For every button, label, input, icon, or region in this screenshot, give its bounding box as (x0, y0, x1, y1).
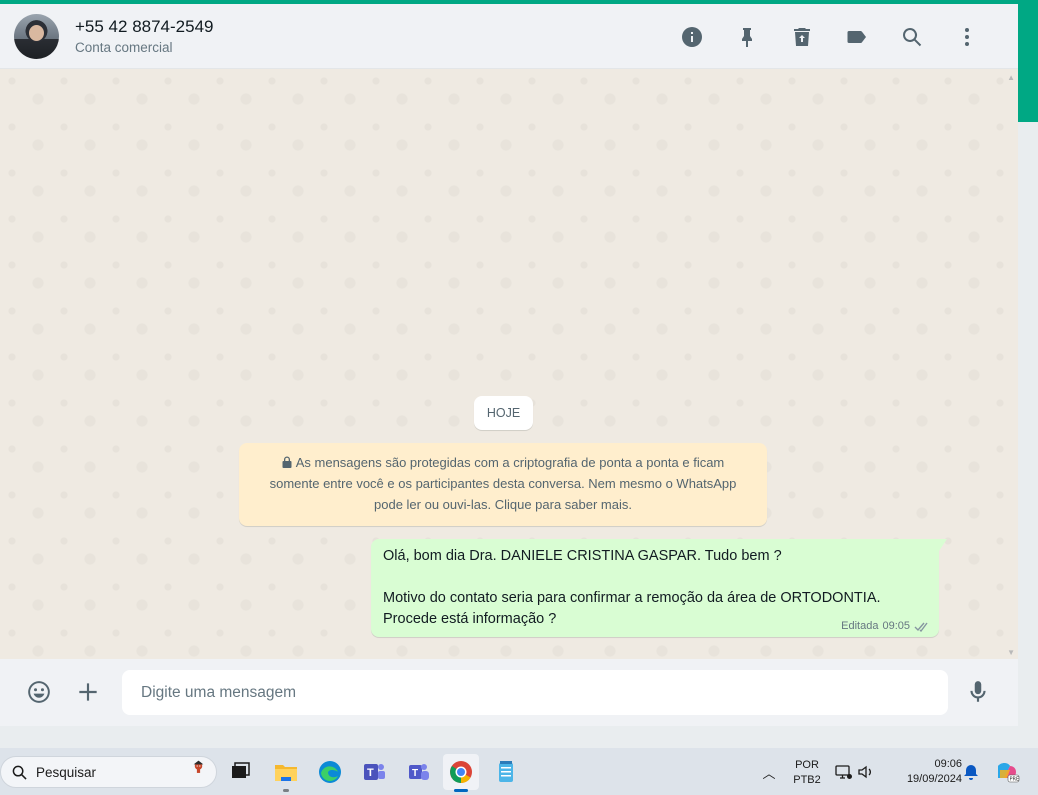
task-view-icon[interactable] (222, 754, 258, 790)
network-icon (835, 765, 852, 779)
scroll-up-arrow[interactable]: ▲ (1007, 73, 1015, 82)
teams-icon[interactable]: T (400, 754, 436, 790)
contact-info[interactable]: +55 42 8874-2549 Conta comercial (75, 16, 214, 57)
emoji-icon[interactable] (19, 672, 59, 712)
delete-icon[interactable] (774, 17, 829, 57)
encryption-notice-line: As mensagens são protegidas com a cripto… (253, 452, 753, 473)
clock-time: 09:06 (934, 758, 962, 770)
taskbar-search-label: Pesquisar (36, 764, 97, 780)
avatar[interactable] (14, 13, 59, 59)
date-chip: HOJE (474, 396, 533, 430)
notification-bell-icon[interactable] (962, 763, 980, 781)
message-text-line: Olá, bom dia Dra. DANIELE CRISTINA GASPA… (383, 548, 782, 564)
message-text-line: Motivo do contato seria para confirmar a… (383, 590, 881, 606)
chat-window: +55 42 8874-2549 Conta comercial ▲ HOJE … (0, 4, 1018, 726)
composer (0, 659, 1018, 726)
outgoing-message[interactable]: Olá, bom dia Dra. DANIELE CRISTINA GASPA… (371, 539, 947, 637)
message-time: 09:05 (882, 620, 910, 632)
active-indicator (454, 789, 468, 792)
svg-text:PRE: PRE (1010, 777, 1020, 783)
search-highlight-icon (193, 760, 204, 773)
lock-icon (282, 456, 292, 468)
edited-label: Editada (841, 620, 879, 632)
running-indicator (283, 789, 289, 792)
header-actions (664, 4, 994, 69)
menu-icon[interactable] (939, 17, 994, 57)
mic-icon[interactable] (958, 672, 998, 712)
attach-plus-icon[interactable] (68, 672, 108, 712)
encryption-notice-line: pode ler ou ouvi-las. Clique para saber … (374, 497, 632, 512)
encryption-notice[interactable]: As mensagens são protegidas com a cripto… (239, 443, 767, 526)
search-icon[interactable] (884, 17, 939, 57)
message-input[interactable] (122, 670, 948, 715)
clock-date: 19/09/2024 (906, 773, 962, 785)
clock[interactable]: 09:06 19/09/2024 (886, 757, 962, 787)
svg-text:T: T (367, 767, 374, 779)
teams-classic-icon[interactable]: T (356, 754, 392, 790)
search-icon (12, 765, 27, 780)
chrome-icon[interactable] (443, 754, 479, 792)
label-icon[interactable] (829, 17, 884, 57)
taskbar-search[interactable]: Pesquisar (0, 756, 217, 788)
message-list[interactable]: ▲ HOJE As mensagens são protegidas com a… (0, 69, 1018, 659)
edge-icon[interactable] (312, 754, 348, 790)
double-check-icon (914, 622, 928, 632)
volume-icon (858, 765, 871, 779)
file-explorer-icon[interactable] (268, 754, 304, 792)
language-indicator[interactable]: POR PTB2 (788, 758, 826, 788)
message-meta: Editada 09:05 (841, 620, 930, 632)
notepad-icon[interactable] (488, 754, 524, 790)
copilot-icon[interactable]: PRE (994, 760, 1020, 784)
language-code: POR (795, 759, 819, 771)
svg-text:T: T (412, 768, 418, 779)
chevron-up-icon[interactable]: ︿ (760, 763, 778, 781)
info-icon[interactable] (664, 17, 719, 57)
contact-name: +55 42 8874-2549 (75, 16, 214, 36)
encryption-notice-line: somente entre você e os participantes de… (269, 476, 737, 491)
keyboard-layout: PTB2 (793, 774, 821, 786)
right-accent-bar (1018, 4, 1038, 122)
scroll-down-arrow[interactable]: ▼ (1007, 648, 1015, 657)
network-volume-group[interactable] (835, 762, 879, 782)
chat-header: +55 42 8874-2549 Conta comercial (0, 4, 1018, 69)
contact-subtitle: Conta comercial (75, 39, 173, 55)
pin-icon[interactable] (719, 17, 774, 57)
windows-taskbar: Pesquisar T T ︿ POR PTB2 09:06 19/09/202… (0, 748, 1038, 795)
